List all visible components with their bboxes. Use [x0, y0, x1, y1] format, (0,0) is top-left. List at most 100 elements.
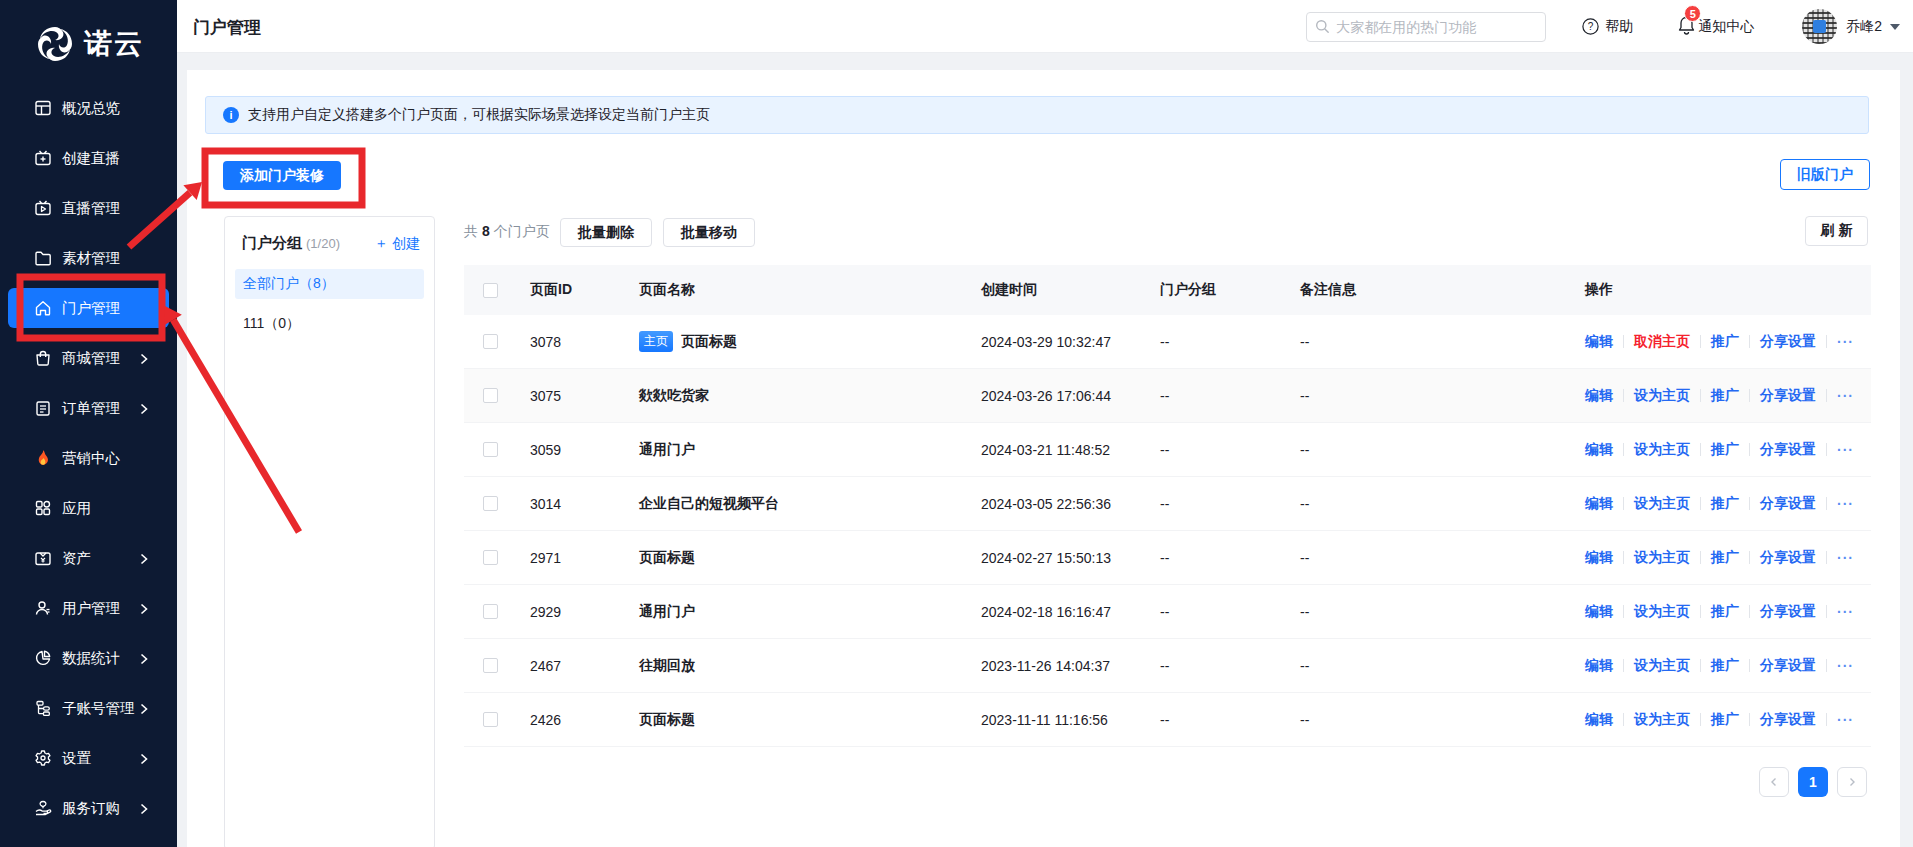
avatar [1802, 9, 1837, 44]
row-checkbox[interactable] [483, 604, 498, 619]
page-name: 欻欻吃货家 [639, 387, 709, 405]
row-checkbox[interactable] [483, 658, 498, 673]
select-all-checkbox[interactable] [483, 283, 498, 298]
next-page-button[interactable] [1837, 767, 1867, 797]
sidebar-item-label: 用户管理 [62, 599, 120, 618]
action-link[interactable]: 设为主页 [1634, 711, 1690, 729]
action-link[interactable]: 分享设置 [1760, 387, 1816, 405]
action-link[interactable]: 编辑 [1585, 495, 1613, 513]
action-link[interactable]: 推广 [1711, 603, 1739, 621]
action-link[interactable]: 推广 [1711, 495, 1739, 513]
sidebar-item-4[interactable]: 素材管理 [8, 238, 169, 278]
info-banner: i 支持用户自定义搭建多个门户页面，可根据实际场景选择设定当前门户主页 [205, 96, 1869, 134]
action-link[interactable]: 编辑 [1585, 549, 1613, 567]
action-link[interactable]: 设为主页 [1634, 657, 1690, 675]
top-header: 门户管理 ? 帮助 5 通知中心 乔峰2 [177, 0, 1913, 53]
note-value: -- [1300, 477, 1309, 530]
sidebar-item-5[interactable]: 门户管理 [8, 288, 169, 328]
row-checkbox[interactable] [483, 388, 498, 403]
sidebar-item-3[interactable]: 直播管理 [8, 188, 169, 228]
batch-delete-button[interactable]: 批量删除 [560, 218, 652, 247]
action-link[interactable]: ··· [1837, 442, 1854, 458]
batch-move-button[interactable]: 批量移动 [663, 218, 755, 247]
sidebar-item-13[interactable]: 子账号管理 [8, 688, 169, 728]
action-link[interactable]: 分享设置 [1760, 603, 1816, 621]
sidebar-item-14[interactable]: 设置 [8, 738, 169, 778]
sidebar-item-6[interactable]: 商城管理 [8, 338, 169, 378]
page-id: 2426 [530, 693, 561, 746]
row-actions: 编辑 设为主页 推广 分享设置 ··· [1585, 693, 1854, 746]
page-id: 2929 [530, 585, 561, 638]
action-link[interactable]: 编辑 [1585, 441, 1613, 459]
sidebar-item-label: 概况总览 [62, 99, 120, 118]
action-link[interactable]: 推广 [1711, 657, 1739, 675]
sidebar-item-10[interactable]: 资产 [8, 538, 169, 578]
sidebar-item-label: 应用 [62, 499, 91, 518]
action-link[interactable]: 推广 [1711, 549, 1739, 567]
action-link[interactable]: 分享设置 [1760, 549, 1816, 567]
row-checkbox[interactable] [483, 712, 498, 727]
sidebar-item-9[interactable]: 应用 [8, 488, 169, 528]
sidebar-item-1[interactable]: 概况总览 [8, 88, 169, 128]
action-link[interactable]: ··· [1837, 334, 1854, 350]
sidebar-item-12[interactable]: 数据统计 [8, 638, 169, 678]
legacy-portal-button[interactable]: 旧版门户 [1780, 159, 1870, 190]
search-input[interactable] [1336, 19, 1536, 35]
row-checkbox[interactable] [483, 496, 498, 511]
action-link[interactable]: 编辑 [1585, 387, 1613, 405]
add-portal-button[interactable]: 添加门户装修 [223, 161, 341, 190]
subaccount-icon [33, 699, 52, 718]
created-time: 2023-11-26 14:04:37 [981, 639, 1110, 692]
action-link[interactable]: 推广 [1711, 441, 1739, 459]
notification-center[interactable]: 5 通知中心 [1677, 15, 1754, 38]
action-link[interactable]: 设为主页 [1634, 387, 1690, 405]
row-checkbox[interactable] [483, 334, 498, 349]
action-link[interactable]: ··· [1837, 550, 1854, 566]
action-link[interactable]: ··· [1837, 604, 1854, 620]
row-checkbox[interactable] [483, 550, 498, 565]
action-link[interactable]: 分享设置 [1760, 495, 1816, 513]
action-link[interactable]: ··· [1837, 712, 1854, 728]
note-value: -- [1300, 639, 1309, 692]
row-checkbox[interactable] [483, 442, 498, 457]
note-value: -- [1300, 423, 1309, 476]
action-link[interactable]: 推广 [1711, 333, 1739, 351]
action-link[interactable]: 分享设置 [1760, 441, 1816, 459]
action-link[interactable]: 设为主页 [1634, 495, 1690, 513]
action-link[interactable]: 取消主页 [1634, 333, 1690, 351]
user-menu[interactable]: 乔峰2 [1802, 9, 1900, 44]
action-link[interactable]: 分享设置 [1760, 711, 1816, 729]
row-actions: 编辑 取消主页 推广 分享设置 ··· [1585, 315, 1854, 368]
page-1-button[interactable]: 1 [1798, 767, 1828, 797]
prev-page-button[interactable] [1759, 767, 1789, 797]
group-item-2[interactable]: 111（0） [235, 309, 424, 339]
refresh-button[interactable]: 刷 新 [1805, 216, 1868, 246]
action-link[interactable]: ··· [1837, 388, 1854, 404]
sidebar-item-15[interactable]: 服务订购 [8, 788, 169, 828]
action-link[interactable]: ··· [1837, 658, 1854, 674]
action-link[interactable]: 分享设置 [1760, 333, 1816, 351]
action-link[interactable]: 设为主页 [1634, 441, 1690, 459]
action-link[interactable]: 编辑 [1585, 333, 1613, 351]
sidebar-item-8[interactable]: 营销中心 [8, 438, 169, 478]
action-link[interactable]: 推广 [1711, 711, 1739, 729]
action-link[interactable]: 推广 [1711, 387, 1739, 405]
action-link[interactable]: 编辑 [1585, 603, 1613, 621]
column-header: 操作 [1585, 265, 1613, 315]
sidebar-item-label: 数据统计 [62, 649, 120, 668]
sidebar-item-7[interactable]: 订单管理 [8, 388, 169, 428]
action-link[interactable]: 分享设置 [1760, 657, 1816, 675]
sidebar-item-11[interactable]: 用户管理 [8, 588, 169, 628]
action-link[interactable]: ··· [1837, 496, 1854, 512]
sidebar-item-2[interactable]: 创建直播 [8, 138, 169, 178]
create-group-button[interactable]: ＋ 创建 [374, 235, 420, 253]
action-link[interactable]: 设为主页 [1634, 603, 1690, 621]
action-link[interactable]: 编辑 [1585, 657, 1613, 675]
action-link[interactable]: 编辑 [1585, 711, 1613, 729]
app-logo: 诺云 [0, 0, 177, 65]
group-panel-title: 门户分组 [242, 234, 302, 253]
search-box[interactable] [1306, 12, 1546, 42]
action-link[interactable]: 设为主页 [1634, 549, 1690, 567]
group-item-1[interactable]: 全部门户（8） [235, 269, 424, 299]
help-button[interactable]: ? 帮助 [1582, 18, 1633, 36]
